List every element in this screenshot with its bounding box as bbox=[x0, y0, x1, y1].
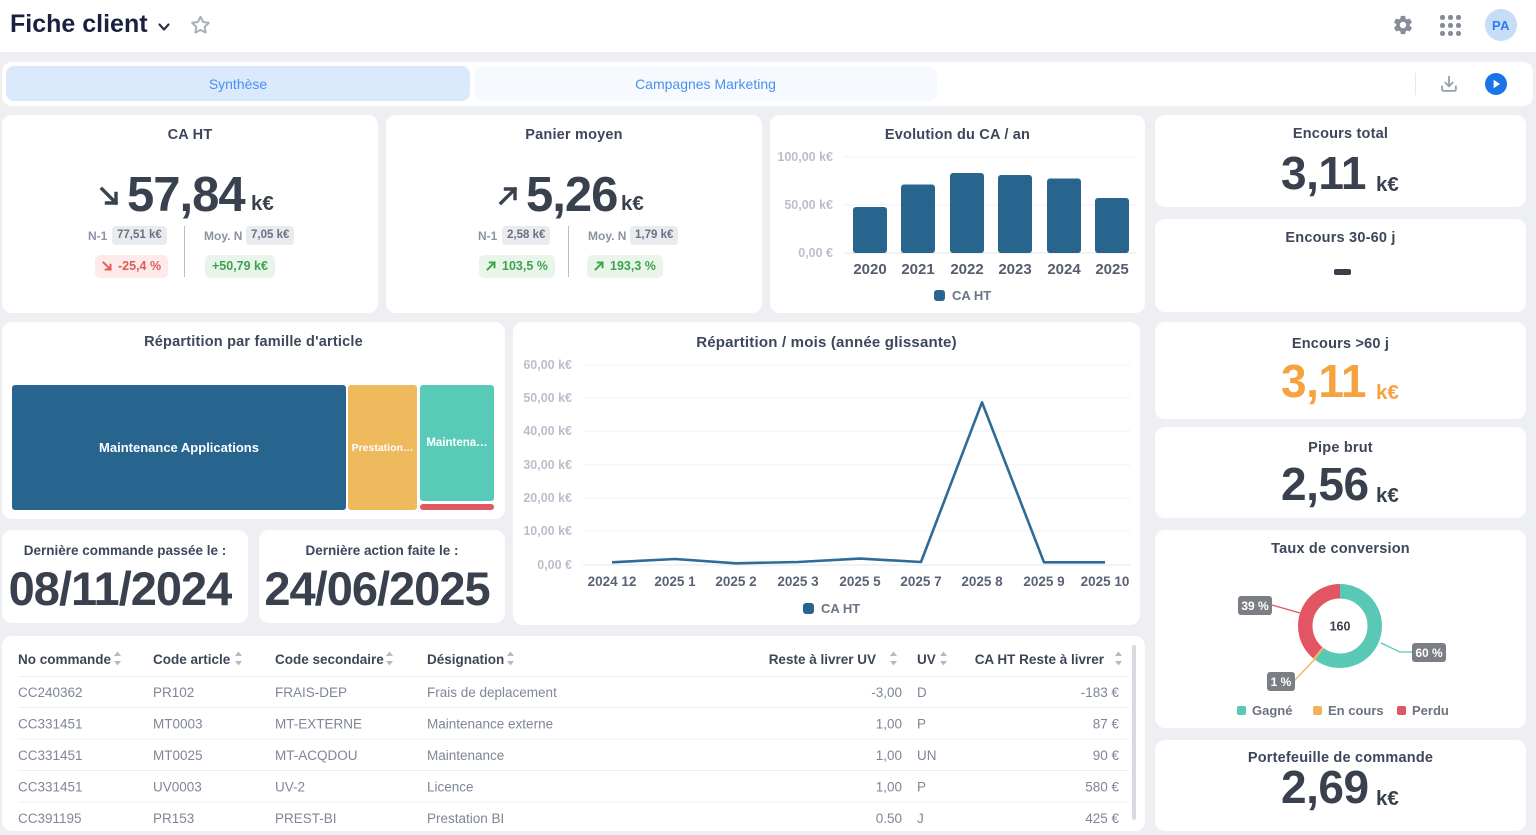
svg-text:2023: 2023 bbox=[998, 261, 1031, 278]
svg-text:2024: 2024 bbox=[1047, 261, 1081, 278]
svg-text:CA HT: CA HT bbox=[821, 601, 860, 616]
svg-text:J: J bbox=[917, 811, 924, 826]
svg-text:PR153: PR153 bbox=[153, 811, 194, 826]
svg-text:2025 7: 2025 7 bbox=[900, 574, 941, 589]
svg-text:2025 5: 2025 5 bbox=[839, 574, 881, 589]
svg-text:-3,00: -3,00 bbox=[871, 685, 902, 700]
svg-text:P: P bbox=[917, 717, 926, 732]
svg-text:1,00: 1,00 bbox=[876, 748, 902, 763]
svg-text:No commande: No commande bbox=[18, 652, 112, 667]
svg-text:2025 8: 2025 8 bbox=[961, 574, 1003, 589]
svg-text:MT0003: MT0003 bbox=[153, 717, 203, 732]
svg-text:Code secondaire: Code secondaire bbox=[275, 652, 384, 667]
svg-text:2021: 2021 bbox=[901, 261, 934, 278]
svg-text:0,00 €: 0,00 € bbox=[537, 558, 572, 572]
svg-text:En cours: En cours bbox=[1328, 703, 1384, 718]
svg-text:425 €: 425 € bbox=[1085, 811, 1119, 826]
svg-text:30,00 k€: 30,00 k€ bbox=[523, 458, 572, 472]
svg-text:2024 12: 2024 12 bbox=[588, 574, 637, 589]
svg-text:1,00: 1,00 bbox=[876, 780, 902, 795]
svg-text:Frais de deplacement: Frais de deplacement bbox=[427, 685, 557, 700]
svg-text:100,00 k€: 100,00 k€ bbox=[777, 150, 833, 164]
svg-text:39 %: 39 % bbox=[1241, 599, 1269, 613]
svg-text:FRAIS-DEP: FRAIS-DEP bbox=[275, 685, 347, 700]
svg-text:UV0003: UV0003 bbox=[153, 780, 202, 795]
svg-text:CA HT: CA HT bbox=[952, 288, 991, 303]
svg-text:Maintenance externe: Maintenance externe bbox=[427, 717, 553, 732]
svg-text:CC331451: CC331451 bbox=[18, 748, 83, 763]
svg-text:Code article: Code article bbox=[153, 652, 231, 667]
svg-text:0,00 €: 0,00 € bbox=[798, 246, 833, 260]
svg-text:Gagné: Gagné bbox=[1252, 703, 1292, 718]
svg-text:40,00 k€: 40,00 k€ bbox=[523, 424, 572, 438]
svg-text:CC331451: CC331451 bbox=[18, 717, 83, 732]
svg-text:Maintenance: Maintenance bbox=[427, 748, 504, 763]
svg-text:UV: UV bbox=[917, 652, 936, 667]
svg-text:1,00: 1,00 bbox=[876, 717, 902, 732]
svg-text:MT-ACQDOU: MT-ACQDOU bbox=[275, 748, 358, 763]
svg-text:60,00 k€: 60,00 k€ bbox=[523, 358, 572, 372]
svg-text:CC240362: CC240362 bbox=[18, 685, 83, 700]
svg-text:PR102: PR102 bbox=[153, 685, 194, 700]
svg-text:2025 9: 2025 9 bbox=[1023, 574, 1064, 589]
svg-text:2020: 2020 bbox=[853, 261, 886, 278]
svg-text:Prestation BI: Prestation BI bbox=[427, 811, 504, 826]
svg-text:Désignation: Désignation bbox=[427, 652, 504, 667]
svg-text:2025 3: 2025 3 bbox=[777, 574, 819, 589]
svg-text:2025: 2025 bbox=[1095, 261, 1128, 278]
svg-text:50,00 k€: 50,00 k€ bbox=[784, 198, 833, 212]
svg-text:UN: UN bbox=[917, 748, 937, 763]
svg-text:-183 €: -183 € bbox=[1081, 685, 1120, 700]
svg-text:50,00 k€: 50,00 k€ bbox=[523, 391, 572, 405]
svg-text:Perdu: Perdu bbox=[1412, 703, 1449, 718]
svg-text:UV-2: UV-2 bbox=[275, 780, 305, 795]
svg-text:160: 160 bbox=[1330, 620, 1351, 634]
svg-text:20,00 k€: 20,00 k€ bbox=[523, 491, 572, 505]
svg-text:580 €: 580 € bbox=[1085, 780, 1119, 795]
svg-text:2025 1: 2025 1 bbox=[654, 574, 696, 589]
svg-text:87 €: 87 € bbox=[1093, 717, 1120, 732]
svg-text:MT-EXTERNE: MT-EXTERNE bbox=[275, 717, 362, 732]
svg-text:CC391195: CC391195 bbox=[18, 811, 82, 826]
svg-text:Licence: Licence bbox=[427, 780, 474, 795]
svg-text:P: P bbox=[917, 780, 926, 795]
svg-text:0.50: 0.50 bbox=[876, 811, 902, 826]
svg-text:Reste à livrer UV: Reste à livrer UV bbox=[769, 652, 876, 667]
svg-text:10,00 k€: 10,00 k€ bbox=[523, 524, 572, 538]
svg-text:MT0025: MT0025 bbox=[153, 748, 203, 763]
svg-text:PREST-BI: PREST-BI bbox=[275, 811, 337, 826]
svg-text:2025 2: 2025 2 bbox=[715, 574, 756, 589]
svg-text:2022: 2022 bbox=[950, 261, 983, 278]
svg-text:1 %: 1 % bbox=[1271, 675, 1292, 689]
svg-text:D: D bbox=[917, 685, 927, 700]
svg-text:90 €: 90 € bbox=[1093, 748, 1120, 763]
svg-text:2025 10: 2025 10 bbox=[1081, 574, 1130, 589]
svg-text:CA HT Reste à livrer: CA HT Reste à livrer bbox=[975, 652, 1105, 667]
svg-text:60 %: 60 % bbox=[1415, 646, 1443, 660]
svg-text:CC331451: CC331451 bbox=[18, 780, 83, 795]
